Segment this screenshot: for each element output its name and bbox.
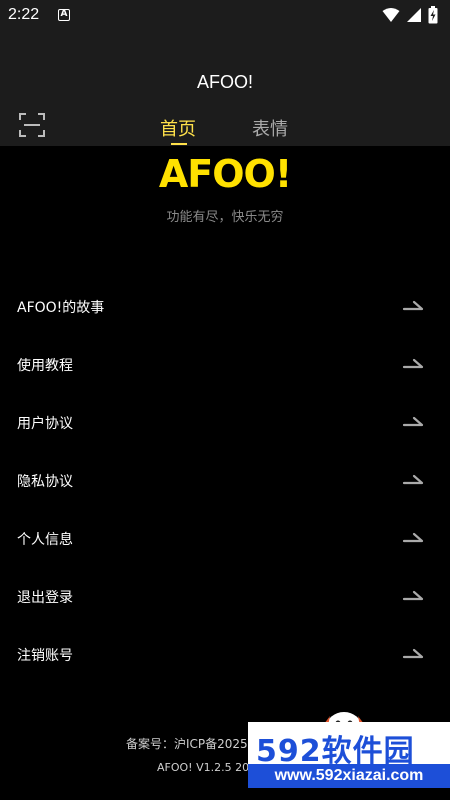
watermark-url: www.592xiazai.com: [248, 764, 450, 788]
app-version: AFOO! V1.2.5 202: [157, 761, 257, 774]
icp-record[interactable]: 备案号：沪ICP备20251: [126, 735, 255, 752]
menu-item-label: 注销账号: [17, 648, 73, 664]
arrow-right-icon: [402, 532, 424, 543]
status-bar: 2:22 A: [0, 0, 450, 32]
battery-charging-icon: [428, 6, 438, 24]
menu-item-label: AFOO!的故事: [17, 300, 105, 316]
arrow-right-icon: [402, 358, 424, 369]
menu-item-label: 隐私协议: [17, 474, 73, 490]
brand-logo: AFOO!: [158, 152, 292, 196]
tab-home[interactable]: 首页: [160, 115, 196, 141]
active-tab-indicator: [171, 143, 187, 145]
arrow-right-icon: [402, 590, 424, 601]
menu-item-tutorial[interactable]: 使用教程: [0, 335, 450, 393]
menu-item-label: 使用教程: [17, 358, 73, 374]
arrow-right-icon: [402, 300, 424, 311]
wifi-icon: [382, 8, 400, 22]
arrow-right-icon: [402, 648, 424, 659]
tab-emoji[interactable]: 表情: [252, 115, 288, 141]
menu-item-user-agreement[interactable]: 用户协议: [0, 393, 450, 451]
settings-menu: AFOO!的故事 使用教程 用户协议 隐私协议 个人信息 退出登录 注销账号: [0, 277, 450, 683]
app-header: AFOO! 首页 表情: [0, 32, 450, 146]
scan-icon[interactable]: [18, 112, 46, 138]
app-title: AFOO!: [196, 72, 253, 92]
cellular-signal-icon: [407, 8, 421, 22]
menu-item-delete-account[interactable]: 注销账号: [0, 625, 450, 683]
status-icons: [382, 6, 438, 24]
arrow-right-icon: [402, 416, 424, 427]
menu-item-label: 个人信息: [17, 532, 73, 548]
site-watermark: 592软件园 www.592xiazai.com: [248, 722, 450, 788]
menu-item-privacy-agreement[interactable]: 隐私协议: [0, 451, 450, 509]
notification-icon: A: [58, 9, 70, 21]
arrow-right-icon: [402, 474, 424, 485]
slogan: 功能有尽，快乐无穷: [166, 210, 284, 225]
menu-item-story[interactable]: AFOO!的故事: [0, 277, 450, 335]
menu-item-label: 用户协议: [17, 416, 73, 432]
menu-item-logout[interactable]: 退出登录: [0, 567, 450, 625]
menu-item-personal-info[interactable]: 个人信息: [0, 509, 450, 567]
status-time: 2:22: [8, 6, 40, 23]
menu-item-label: 退出登录: [17, 590, 73, 606]
